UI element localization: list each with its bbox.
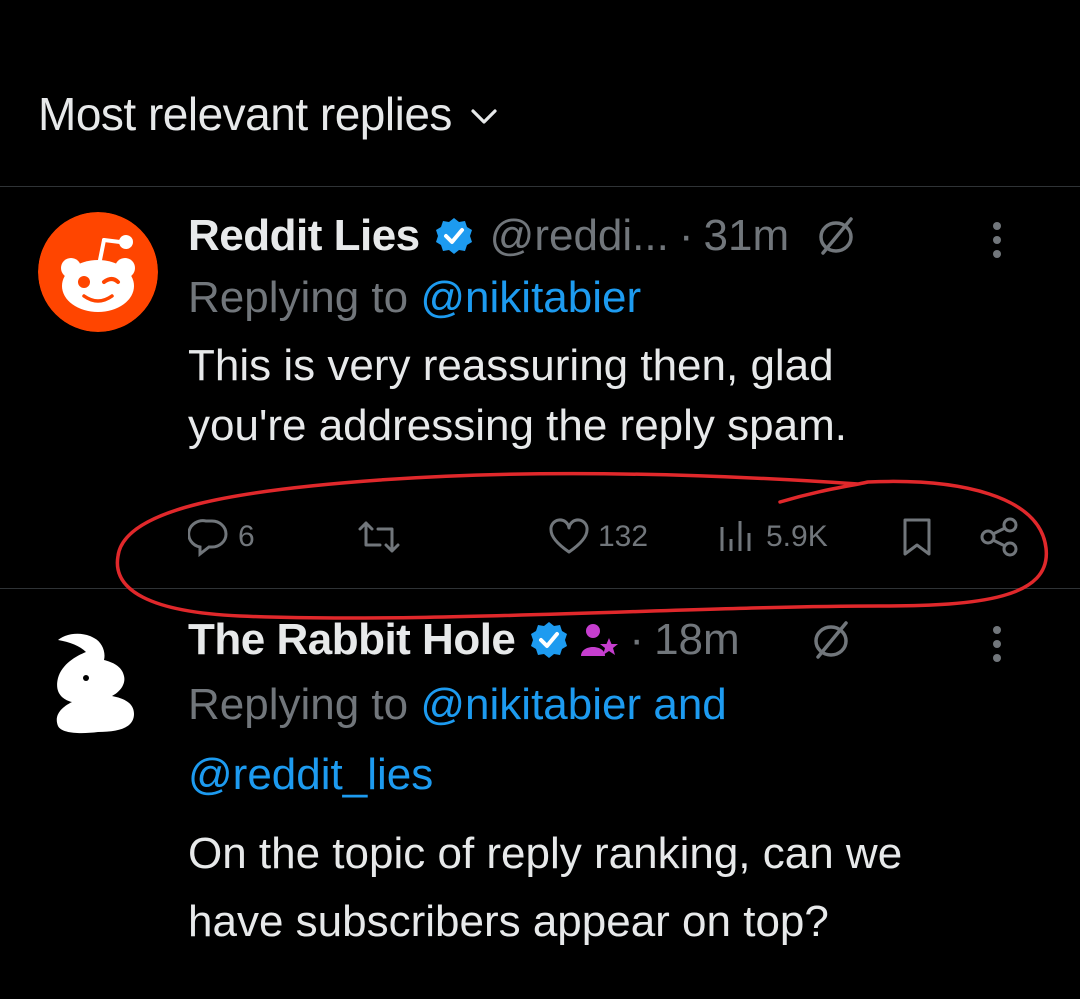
mention-link[interactable]: @reddit_lies — [188, 750, 433, 799]
tweet-text-line: On the topic of reply ranking, can we — [188, 829, 903, 878]
replying-to: Replying to @nikitabier — [188, 266, 1050, 330]
grok-icon[interactable] — [815, 215, 857, 257]
view-count: 5.9K — [766, 520, 828, 553]
tweet-text-line: This is very reassuring then, glad — [188, 341, 834, 390]
tweet-actions: 6 132 5.9K — [188, 512, 1050, 562]
like-button[interactable]: 132 — [548, 518, 648, 556]
separator: · — [629, 615, 645, 664]
views-icon — [720, 521, 751, 551]
reply-icon — [188, 519, 228, 557]
more-vertical-icon[interactable] — [990, 622, 1004, 666]
replying-to: Replying to @nikitabier and @reddit_lies — [188, 670, 1050, 810]
share-icon — [980, 517, 1018, 557]
avatar[interactable] — [38, 212, 158, 332]
reddit-logo-icon — [38, 212, 158, 332]
rabbit-logo-icon — [56, 633, 134, 734]
display-name[interactable]: The Rabbit Hole — [188, 615, 516, 665]
replying-prefix: Replying to — [188, 273, 409, 322]
retweet-icon — [358, 521, 400, 553]
reply-button[interactable]: 6 — [188, 517, 255, 557]
more-vertical-icon[interactable] — [990, 218, 1004, 262]
share-button[interactable] — [978, 517, 1020, 557]
heart-icon — [549, 518, 589, 554]
verified-badge-icon — [434, 216, 474, 256]
replies-sort-title: Most relevant replies — [38, 88, 452, 140]
reply-count: 6 — [238, 520, 255, 553]
like-count: 132 — [598, 520, 649, 553]
bookmark-button[interactable] — [900, 517, 934, 557]
reply-tweet[interactable]: The Rabbit Hole · 18m Replying to @nikit… — [0, 588, 1080, 999]
tweet-text-line: you're addressing the reply spam. — [188, 401, 847, 450]
mention-link[interactable]: @nikitabier — [420, 273, 641, 322]
user-handle[interactable]: @reddi... — [490, 211, 669, 261]
timestamp[interactable]: 31m — [704, 211, 790, 261]
bookmark-icon — [903, 518, 931, 556]
separator: · — [678, 211, 694, 260]
person-star-icon — [579, 620, 619, 660]
reply-tweet[interactable]: Reddit Lies @reddi... · 31m Replying to … — [0, 186, 1080, 588]
tweet-text: This is very reassuring then, glad you'r… — [188, 336, 1050, 456]
verified-badge-icon — [529, 620, 569, 660]
timestamp[interactable]: 18m — [654, 615, 740, 665]
display-name[interactable]: Reddit Lies — [188, 211, 420, 261]
tweet-text: On the topic of reply ranking, can we ha… — [188, 820, 1050, 956]
tweet-text-line: have subscribers appear on top? — [188, 897, 829, 946]
mention-link[interactable]: @nikitabier and — [420, 680, 726, 729]
views-button[interactable]: 5.9K — [718, 519, 828, 555]
replying-prefix: Replying to — [188, 680, 409, 729]
chevron-down-icon[interactable] — [470, 102, 500, 132]
avatar[interactable] — [38, 620, 158, 740]
grok-icon[interactable] — [810, 619, 852, 661]
replies-sort-header[interactable]: Most relevant replies — [38, 84, 500, 144]
retweet-button[interactable] — [356, 517, 410, 557]
